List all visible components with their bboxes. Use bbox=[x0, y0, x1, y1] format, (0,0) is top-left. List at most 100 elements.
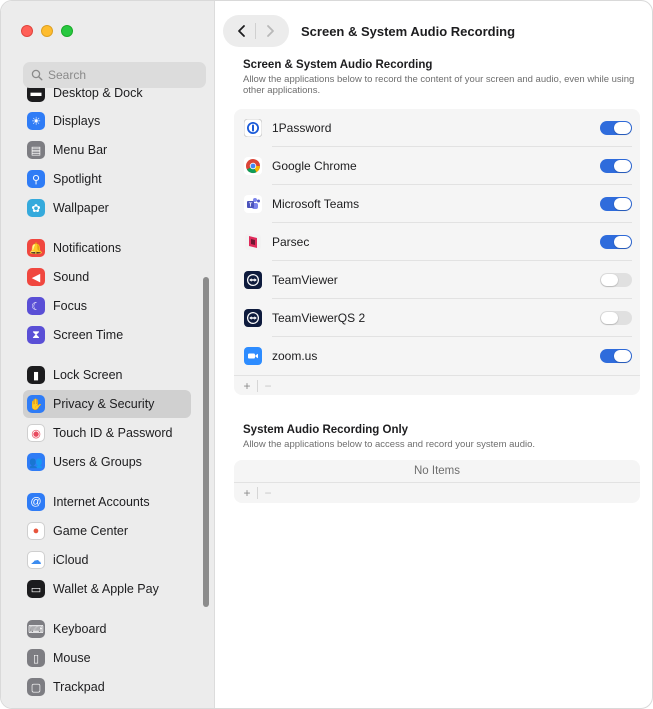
sidebar-item-label: Game Center bbox=[53, 524, 129, 538]
app-row-google-chrome: Google Chrome bbox=[234, 147, 640, 185]
sidebar-item-label: Trackpad bbox=[53, 680, 105, 694]
sidebar-item-label: Internet Accounts bbox=[53, 495, 150, 509]
add-button[interactable]: + bbox=[240, 379, 254, 393]
sidebar-item-trackpad[interactable]: ▢ Trackpad bbox=[23, 673, 191, 698]
sun-icon: ☀ bbox=[27, 112, 45, 130]
close-window-button[interactable] bbox=[21, 25, 33, 37]
app-name: zoom.us bbox=[272, 349, 318, 363]
sidebar-item-sound[interactable]: ◀ Sound bbox=[23, 263, 191, 291]
add-remove-divider bbox=[257, 379, 258, 392]
users-icon: 👥 bbox=[27, 453, 45, 471]
app-row-teamviewer: TeamViewer bbox=[234, 261, 640, 299]
chevron-right-icon bbox=[267, 25, 275, 37]
sidebar-item-users-groups[interactable]: 👥 Users & Groups bbox=[23, 448, 191, 476]
toggle-knob bbox=[614, 236, 631, 248]
app-row-1password: 1Password bbox=[234, 109, 640, 147]
sidebar-item-label: Lock Screen bbox=[53, 368, 123, 382]
cloud-icon: ☁ bbox=[27, 551, 45, 569]
trackpad-icon: ▢ bbox=[27, 678, 45, 696]
hourglass-icon: ⧗ bbox=[27, 326, 45, 344]
minimize-window-button[interactable] bbox=[41, 25, 53, 37]
sidebar-item-privacy-security[interactable]: ✋ Privacy & Security bbox=[23, 390, 191, 418]
permission-toggle[interactable] bbox=[600, 197, 632, 211]
sidebar-item-icloud[interactable]: ☁ iCloud bbox=[23, 546, 191, 574]
sidebar-item-label: Focus bbox=[53, 299, 88, 313]
permission-toggle[interactable] bbox=[600, 235, 632, 249]
remove-button[interactable]: − bbox=[261, 379, 275, 393]
permission-toggle[interactable] bbox=[600, 273, 632, 287]
add-button-audio[interactable]: + bbox=[240, 486, 254, 500]
back-button[interactable] bbox=[230, 19, 254, 43]
page-title: Screen & System Audio Recording bbox=[301, 23, 516, 39]
menubar-icon: ▤ bbox=[27, 141, 45, 159]
sidebar-item-game-center[interactable]: ● Game Center bbox=[23, 517, 191, 545]
search-field[interactable]: Search bbox=[23, 62, 206, 88]
sidebar-item-lock-screen[interactable]: ▮ Lock Screen bbox=[23, 361, 191, 389]
zoom-window-button[interactable] bbox=[61, 25, 73, 37]
keyboard-icon: ⌨ bbox=[27, 620, 45, 638]
sidebar-item-label: Wallpaper bbox=[53, 201, 109, 215]
chevron-left-icon bbox=[237, 25, 245, 37]
section-description-audio-only: Allow the applications below to access a… bbox=[243, 439, 536, 450]
sidebar-item-label: Spotlight bbox=[53, 172, 102, 186]
add-remove-divider-audio bbox=[257, 487, 258, 499]
permission-toggle[interactable] bbox=[600, 311, 632, 325]
teamviewerqs-icon bbox=[244, 309, 262, 327]
sidebar-item-label: Screen Time bbox=[53, 328, 124, 342]
parsec-icon bbox=[244, 233, 262, 251]
sidebar-item-focus[interactable]: ☾ Focus bbox=[23, 292, 191, 320]
permission-toggle[interactable] bbox=[600, 159, 632, 173]
1password-icon bbox=[244, 119, 262, 137]
sidebar-item-label: Users & Groups bbox=[53, 455, 142, 469]
sidebar-item-screen-time[interactable]: ⧗ Screen Time bbox=[23, 321, 191, 349]
sidebar-item-spotlight[interactable]: ⚲ Spotlight bbox=[23, 165, 191, 193]
toggle-knob bbox=[614, 122, 631, 134]
sidebar-item-wallpaper[interactable]: ✿ Wallpaper bbox=[23, 194, 191, 222]
at-icon: @ bbox=[27, 493, 45, 511]
app-list-audio-only: No Items + − bbox=[234, 460, 640, 503]
app-name: 1Password bbox=[272, 121, 332, 135]
sidebar-item-menu-bar[interactable]: ▤ Menu Bar bbox=[23, 136, 191, 164]
remove-button-audio[interactable]: − bbox=[261, 486, 275, 500]
sidebar-item-label: Menu Bar bbox=[53, 143, 108, 157]
toggle-knob bbox=[614, 198, 631, 210]
app-row-microsoft-teams: T Microsoft Teams bbox=[234, 185, 640, 223]
toggle-knob bbox=[614, 160, 631, 172]
hand-icon: ✋ bbox=[27, 395, 45, 413]
empty-list-text: No Items bbox=[413, 465, 460, 477]
sidebar-scrollbar-thumb[interactable] bbox=[203, 277, 209, 607]
settings-window: ▬ Desktop & Dock ☀ Displays ▤ Menu Bar ⚲ Spotli… bbox=[0, 0, 653, 709]
permission-toggle[interactable] bbox=[600, 349, 632, 363]
sidebar-item-wallet-apple-pay[interactable]: ▭ Wallet & Apple Pay bbox=[23, 575, 191, 603]
sidebar-item-notifications[interactable]: 🔔 Notifications bbox=[23, 234, 191, 262]
fingerprint-icon: ◉ bbox=[27, 424, 45, 442]
forward-button[interactable] bbox=[258, 19, 282, 43]
sidebar-item-label: Keyboard bbox=[53, 622, 107, 636]
sidebar-item-displays[interactable]: ☀ Displays bbox=[23, 107, 191, 135]
app-row-teamviewerqs-2: TeamViewerQS 2 bbox=[234, 299, 640, 337]
chrome-icon bbox=[244, 157, 262, 175]
sidebar-item-label: Wallet & Apple Pay bbox=[53, 582, 159, 596]
search-icon bbox=[31, 69, 43, 81]
teamviewer-icon bbox=[244, 271, 262, 289]
sidebar-item-mouse[interactable]: ▯ Mouse bbox=[23, 644, 191, 672]
sidebar: ▬ Desktop & Dock ☀ Displays ▤ Menu Bar ⚲ Spotli… bbox=[1, 1, 215, 708]
sidebar-item-label: Privacy & Security bbox=[53, 397, 155, 411]
sidebar-item-label: Touch ID & Password bbox=[53, 426, 173, 440]
zoom-icon bbox=[244, 347, 262, 365]
add-remove-bar-audio: + − bbox=[234, 482, 640, 503]
permission-toggle[interactable] bbox=[600, 121, 632, 135]
app-name: TeamViewerQS 2 bbox=[272, 311, 366, 325]
app-name: Parsec bbox=[272, 235, 310, 249]
teams-icon: T bbox=[244, 195, 262, 213]
mouse-icon: ▯ bbox=[27, 649, 45, 667]
moon-icon: ☾ bbox=[27, 297, 45, 315]
sidebar-item-touch-id-password[interactable]: ◉ Touch ID & Password bbox=[23, 419, 191, 447]
speaker-icon: ◀ bbox=[27, 268, 45, 286]
toggle-knob bbox=[614, 350, 631, 362]
sidebar-item-keyboard[interactable]: ⌨ Keyboard bbox=[23, 615, 191, 643]
sidebar-item-internet-accounts[interactable]: @ Internet Accounts bbox=[23, 488, 191, 516]
sidebar-item-label: Desktop & Dock bbox=[53, 86, 143, 100]
bell-icon: 🔔 bbox=[27, 239, 45, 257]
sidebar-item-label: iCloud bbox=[53, 553, 89, 567]
